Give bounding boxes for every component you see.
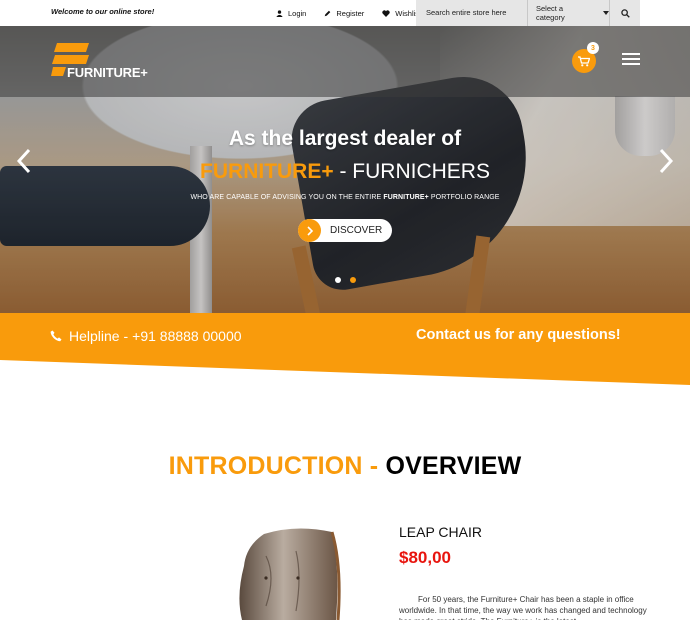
band-shape [0,313,690,385]
hamburger-icon-line [622,53,640,55]
search-icon [620,8,630,18]
register-link[interactable]: Register [324,9,364,18]
product-name[interactable]: LEAP CHAIR [399,524,482,540]
login-label: Login [288,8,307,18]
product-price: $80,00 [399,548,451,567]
hero-subtitle-brand: FURNITURE+ [200,160,334,183]
hamburger-icon-line [622,63,640,65]
discover-button[interactable]: DISCOVER [298,219,392,242]
search-button[interactable] [610,0,640,26]
prev-slide-arrow-icon[interactable] [14,146,34,176]
hero-tagline-brand: FURNITURE+ [383,194,429,201]
pencil-icon [325,10,331,16]
product-description: For 50 years, the Furniture+ Chair has b… [399,595,647,620]
discover-label: DISCOVER [330,225,383,236]
hero-title: As the largest dealer of [228,127,462,150]
register-label: Register [336,8,365,18]
hero-slider: FURNITURE+ 3 As the largest dealer of FU… [0,26,690,314]
cart-count-badge: 3 [587,42,599,54]
category-label: Select a category [536,4,565,22]
helpline: Helpline - +91 88888 00000 [50,328,242,344]
hamburger-icon-line [622,58,640,60]
hero-tagline-post: PORTFOLIO RANGE [428,194,500,201]
caret-down-icon [603,11,609,15]
hero-tagline-pre: WHO ARE CAPABLE OF ADVISING YOU ON THE E… [190,194,384,201]
welcome-message: Welcome to our online store! [51,7,155,16]
hero-subtitle-rest: - FURNICHERS [333,160,490,183]
slide-dot-1[interactable] [335,277,341,283]
product-image[interactable] [236,526,344,620]
account-links: Login Register Wishlist [276,0,439,26]
intro-heading-orange: INTRODUCTION - [168,452,379,480]
intro-heading: INTRODUCTION - OVERVIEW [0,452,690,481]
slide-dot-2-active[interactable] [350,277,356,283]
intro-heading-black: OVERVIEW [385,452,522,480]
cart-icon [578,55,590,66]
cart-button[interactable]: 3 [572,42,599,73]
logo-text: FURNITURE+ [67,65,148,80]
hero-subtitle: FURNITURE+ - FURNICHERS [0,160,690,184]
helpline-band [0,313,690,388]
helpline-label: Helpline - [69,328,129,344]
login-link[interactable]: Login [276,9,306,18]
hamburger-menu-button[interactable] [622,53,640,67]
heart-icon [382,9,390,17]
search-input[interactable]: Search entire store here [416,0,528,26]
hero-tagline: WHO ARE CAPABLE OF ADVISING YOU ON THE E… [0,194,690,201]
user-icon [276,9,283,17]
chevron-right-icon [298,219,321,242]
helpline-number[interactable]: +91 88888 00000 [132,328,241,344]
phone-icon [50,330,62,342]
contact-text: Contact us for any questions! [416,327,621,343]
next-slide-arrow-icon[interactable] [656,146,676,176]
category-select[interactable]: Select a category [528,0,610,26]
top-bar: Welcome to our online store! Login Regis… [0,0,690,26]
